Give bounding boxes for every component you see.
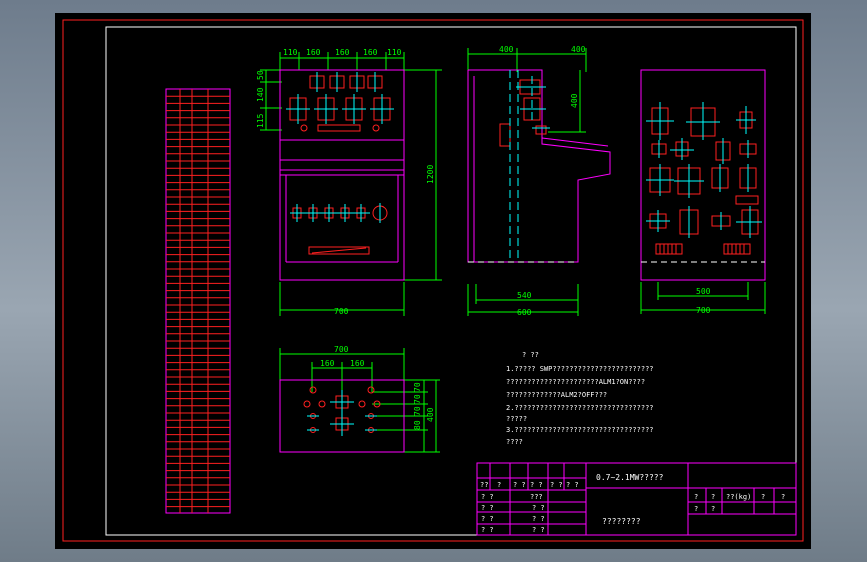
tb-row-cell: ? ? xyxy=(532,515,545,523)
drawing-label: ???????? xyxy=(602,517,641,526)
tb-row-cell: ? ? xyxy=(481,515,494,523)
top-inner-dim-2: 160 xyxy=(350,359,365,368)
side-dim-left: 400 xyxy=(499,45,514,54)
top-right-dim-4: 80 xyxy=(413,420,422,430)
notes-line: ???? xyxy=(506,438,523,446)
top-height-dim: 400 xyxy=(426,407,435,422)
drawing-title: 0.7~2.1MW????? xyxy=(596,473,664,482)
front-left-dim-3: 115 xyxy=(256,113,265,128)
tb-right-header: ? xyxy=(711,493,715,501)
tb-header-cell: ? ? xyxy=(550,481,563,489)
top-right-dim-1: 70 xyxy=(413,382,422,392)
notes-heading: ? ?? xyxy=(522,351,539,359)
tb-right-cell: ? xyxy=(711,505,715,513)
front-left-dim-1: 50 xyxy=(256,70,265,80)
notes-line: ?????????????ALM2?OFF??? xyxy=(506,391,607,399)
back-dim-1: 500 xyxy=(696,287,711,296)
back-dim-2: 700 xyxy=(696,306,711,315)
tb-row-cell: ? ? xyxy=(481,526,494,534)
tb-row-cell: ? ? xyxy=(532,526,545,534)
side-bottom-dim-1: 540 xyxy=(517,291,532,300)
tb-row-cell: ? ? xyxy=(481,493,494,501)
side-bottom-dim-2: 600 xyxy=(517,308,532,317)
top-width-dim: 700 xyxy=(334,345,349,354)
top-right-dim-2: 70 xyxy=(413,394,422,404)
notes-line: ????? xyxy=(506,415,527,423)
tb-row-cell: ? ? xyxy=(532,504,545,512)
side-dim-right: 400 xyxy=(571,45,586,54)
front-dim-1: 110 xyxy=(283,48,298,57)
front-width-dim: 700 xyxy=(334,307,349,316)
tb-row-cell: ??? xyxy=(530,493,543,501)
notes-line: 3.????????????????????????????????? xyxy=(506,426,654,434)
side-inner-dim: 400 xyxy=(570,93,579,108)
top-right-dim-3: 70 xyxy=(413,406,422,416)
tb-right-header: ? xyxy=(781,493,785,501)
tb-header-cell: ? xyxy=(497,481,501,489)
tb-header-cell: ?? xyxy=(480,481,488,489)
tb-right-header: ? xyxy=(761,493,765,501)
tb-header-cell: ? ? xyxy=(530,481,543,489)
front-height-dim: 1200 xyxy=(426,165,435,184)
front-left-dim-2: 140 xyxy=(256,87,265,102)
front-dim-2: 160 xyxy=(306,48,321,57)
front-dim-5: 110 xyxy=(387,48,402,57)
notes-line: ??????????????????????ALM1?ON???? xyxy=(506,378,645,386)
notes-line: 2.????????????????????????????????? xyxy=(506,404,654,412)
tb-header-cell: ? ? xyxy=(566,481,579,489)
tb-right-cell: ? xyxy=(694,505,698,513)
tb-header-cell: ? ? xyxy=(513,481,526,489)
cad-canvas: 110 160 160 160 110 50 140 115 1200 700 xyxy=(55,13,811,549)
front-dim-3: 160 xyxy=(335,48,350,57)
drawing-area xyxy=(55,13,811,549)
tb-right-header: ? xyxy=(694,493,698,501)
tb-right-header: ??(kg) xyxy=(726,493,751,501)
top-inner-dim-1: 160 xyxy=(320,359,335,368)
tb-row-cell: ? ? xyxy=(481,504,494,512)
front-dim-4: 160 xyxy=(363,48,378,57)
notes-line: 1.????? SWP???????????????????????? xyxy=(506,365,654,373)
